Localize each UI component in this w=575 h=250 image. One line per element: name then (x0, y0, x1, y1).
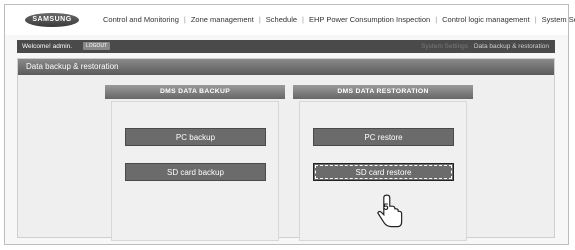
main-menu: Control and Monitoring | Zone management | S… (103, 15, 575, 24)
panel-title: Data backup & restoration (26, 62, 119, 71)
step-number: 5 (384, 202, 389, 212)
pc-backup-button[interactable]: PC backup (125, 128, 266, 146)
top-navigation: SAMSUNG Control and Monitoring | Zone mana… (5, 5, 575, 35)
menu-control-monitoring[interactable]: Control and Monitoring (103, 15, 179, 24)
welcome-text: Welcome! admin. (22, 43, 73, 50)
logout-button[interactable]: LOGOUT (83, 42, 111, 50)
menu-divider: | (534, 15, 537, 24)
menu-system-settings[interactable]: System Settings (542, 15, 575, 24)
menu-divider: | (435, 15, 438, 24)
status-bar: Welcome! admin. LOGOUT System Settings ·… (17, 40, 555, 53)
menu-control-logic[interactable]: Control logic management (442, 15, 530, 24)
menu-schedule[interactable]: Schedule (266, 15, 297, 24)
hand-pointer-icon: 5 (377, 194, 403, 228)
breadcrumb: System Settings · Data backup & restorat… (421, 43, 549, 50)
breadcrumb-parent[interactable]: System Settings (421, 43, 468, 50)
pc-restore-button[interactable]: PC restore (313, 128, 454, 146)
backup-restore-panel: Data backup & restoration DMS DATA BACKU… (17, 58, 555, 241)
menu-divider: | (302, 15, 304, 24)
breadcrumb-current: Data backup & restoration (473, 43, 549, 50)
backup-section: DMS DATA BACKUP PC backup SD card backup (105, 85, 285, 241)
menu-ehp-power[interactable]: EHP Power Consumption Inspection (309, 15, 430, 24)
samsung-logo: SAMSUNG (25, 13, 79, 27)
menu-divider: | (258, 15, 261, 24)
backup-section-box: PC backup SD card backup (111, 101, 279, 241)
app-window: SAMSUNG Control and Monitoring | Zone mana… (4, 4, 575, 245)
breadcrumb-separator: · (469, 43, 473, 50)
sd-card-backup-button[interactable]: SD card backup (125, 163, 266, 181)
menu-zone-management[interactable]: Zone management (191, 15, 254, 24)
backup-section-title: DMS DATA BACKUP (105, 85, 285, 99)
sd-card-restore-button[interactable]: SD card restore (313, 163, 454, 181)
menu-divider: | (183, 15, 186, 24)
panel-header: Data backup & restoration (18, 59, 554, 75)
panel-body: DMS DATA BACKUP PC backup SD card backup… (18, 75, 554, 241)
restore-section-title: DMS DATA RESTORATION (293, 85, 473, 99)
